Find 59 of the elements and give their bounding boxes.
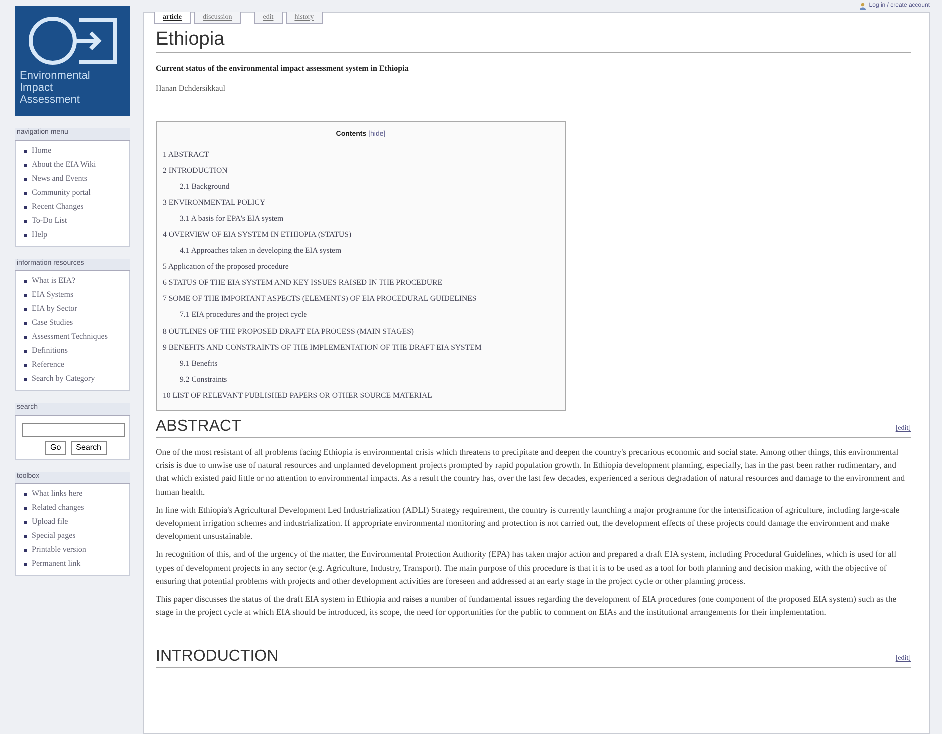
page-title: Ethiopia bbox=[156, 28, 911, 53]
bullet-icon bbox=[24, 280, 27, 283]
bullet-icon bbox=[24, 350, 27, 353]
sidebar-link[interactable]: Case Studies bbox=[32, 318, 74, 327]
bullet-icon bbox=[24, 234, 27, 236]
bullet-icon bbox=[24, 220, 27, 222]
logo-text: Environmental bbox=[20, 70, 92, 82]
sidebar-link[interactable]: Assessment Techniques bbox=[32, 332, 108, 341]
sidebar-link[interactable]: Definitions bbox=[32, 346, 68, 355]
sidebar-link[interactable]: Special pages bbox=[32, 531, 76, 540]
bullet-icon bbox=[24, 178, 27, 180]
sidebar-link[interactable]: Upload file bbox=[32, 517, 68, 526]
bullet-icon bbox=[24, 308, 27, 311]
section-heading: ABSTRACT bbox=[156, 417, 242, 437]
subtitle: Current status of the environmental impact assessment system in Ethiopia bbox=[156, 63, 410, 75]
search-button[interactable]: Go bbox=[45, 440, 66, 454]
sidebar-link[interactable]: Related changes bbox=[32, 503, 84, 512]
bullet-icon bbox=[24, 336, 27, 339]
section-heading: INTRODUCTION bbox=[156, 647, 279, 668]
logo-text: Assessment bbox=[20, 94, 81, 106]
search-button[interactable]: Search bbox=[71, 440, 107, 454]
author-name: Hanan Dchdersikkaul bbox=[156, 83, 227, 95]
sidebar-link[interactable]: News and Events bbox=[32, 174, 88, 182]
bullet-icon bbox=[24, 164, 27, 166]
bullet-icon bbox=[24, 322, 27, 325]
bullet-icon bbox=[24, 192, 27, 194]
sidebar-link[interactable]: Recent Changes bbox=[32, 202, 84, 210]
sidebar-link[interactable]: Community portal bbox=[32, 188, 91, 196]
sidebar-link[interactable]: Home bbox=[32, 146, 52, 154]
sidebar-link[interactable]: Permanent link bbox=[32, 559, 81, 568]
bullet-icon bbox=[24, 206, 27, 208]
bullet-icon bbox=[24, 507, 27, 510]
bullet-icon bbox=[24, 493, 27, 496]
bullet-icon bbox=[24, 364, 27, 367]
sidebar-link[interactable]: What is EIA? bbox=[32, 276, 76, 285]
paragraph: This paper discusses the status of the draft EIA system in Ethiopia and raises a number of fundamental issues regarding the development of EIA procedures (one component of the proposed EIA system) such as the stage in the project cycle at which EIA should be introduced, its scope, the need for opportunities for the public to comment on EIAs and the institutional arrangements for their implementation. bbox=[156, 593, 898, 620]
bullet-icon bbox=[24, 549, 27, 552]
sidebar-link[interactable]: What links here bbox=[32, 489, 83, 498]
user-icon bbox=[860, 2, 866, 10]
paragraph: In line with Ethiopia's Agricultural Development Led Industrialization (ADLI) Strategy requirement, the country is currently launching a major programme for the intensification of agriculture, including large-scale development irrigation schemes and industrialization. If appropriate environmental monitoring and protection is not carried out, the development effects of these projects could damage the environment and make development unsustainable. bbox=[156, 504, 901, 544]
sidebar-link[interactable]: Printable version bbox=[32, 545, 86, 554]
sidebar-link[interactable]: EIA Systems bbox=[32, 290, 74, 299]
logo-text: Impact bbox=[20, 82, 54, 94]
bullet-icon bbox=[24, 563, 27, 566]
search-field[interactable] bbox=[22, 422, 125, 436]
bullet-icon bbox=[24, 378, 27, 381]
sidebar-link[interactable]: Search by Category bbox=[32, 374, 96, 383]
logo[interactable]: Environmental Impact Assessment bbox=[15, 6, 130, 116]
sidebar-link[interactable]: Help bbox=[32, 230, 48, 238]
paragraph: One of the most resistant of all problems facing Ethiopia is environmental crisis which threatens to precipitate and deepen the country's precarious economic and social state. Among other things, this environmental crisis is due to unwise use of natural resources and unplanned development projects prompted by rapid population growth. In Ethiopia development planning, especially, has in the past been rather rudimentary, and that which existed paid little or no attention to environmental impacts. As a result the country has, over the last few decades, experienced a serious degradation of natural resources and damage to the environment and human health. bbox=[156, 446, 906, 499]
bullet-icon bbox=[24, 294, 27, 297]
sidebar-link[interactable]: About the EIA Wiki bbox=[32, 160, 96, 168]
sidebar-link[interactable]: Reference bbox=[32, 360, 64, 369]
bullet-icon bbox=[24, 150, 27, 152]
paragraph: In recognition of this, and of the urgency of the matter, the Environmental Protection Authority (EPA) has taken major action and prepared a draft EIA system, including Procedural Guidelines, which is used for all types of development projects in any sector (e.g. Agriculture, Industry, Transport). The main purpose of this procedure is that it is to be used as a tool for both planning and decision making, with the objective of ensuring that potential problems with projects and other development activities are foreseen and addressed at an early stage in the project cycle or other planning process. bbox=[156, 548, 898, 588]
sidebar-link[interactable]: EIA by Sector bbox=[32, 304, 78, 313]
bullet-icon bbox=[24, 521, 27, 524]
bullet-icon bbox=[24, 535, 27, 538]
sidebar-link[interactable]: To-Do List bbox=[32, 216, 68, 224]
